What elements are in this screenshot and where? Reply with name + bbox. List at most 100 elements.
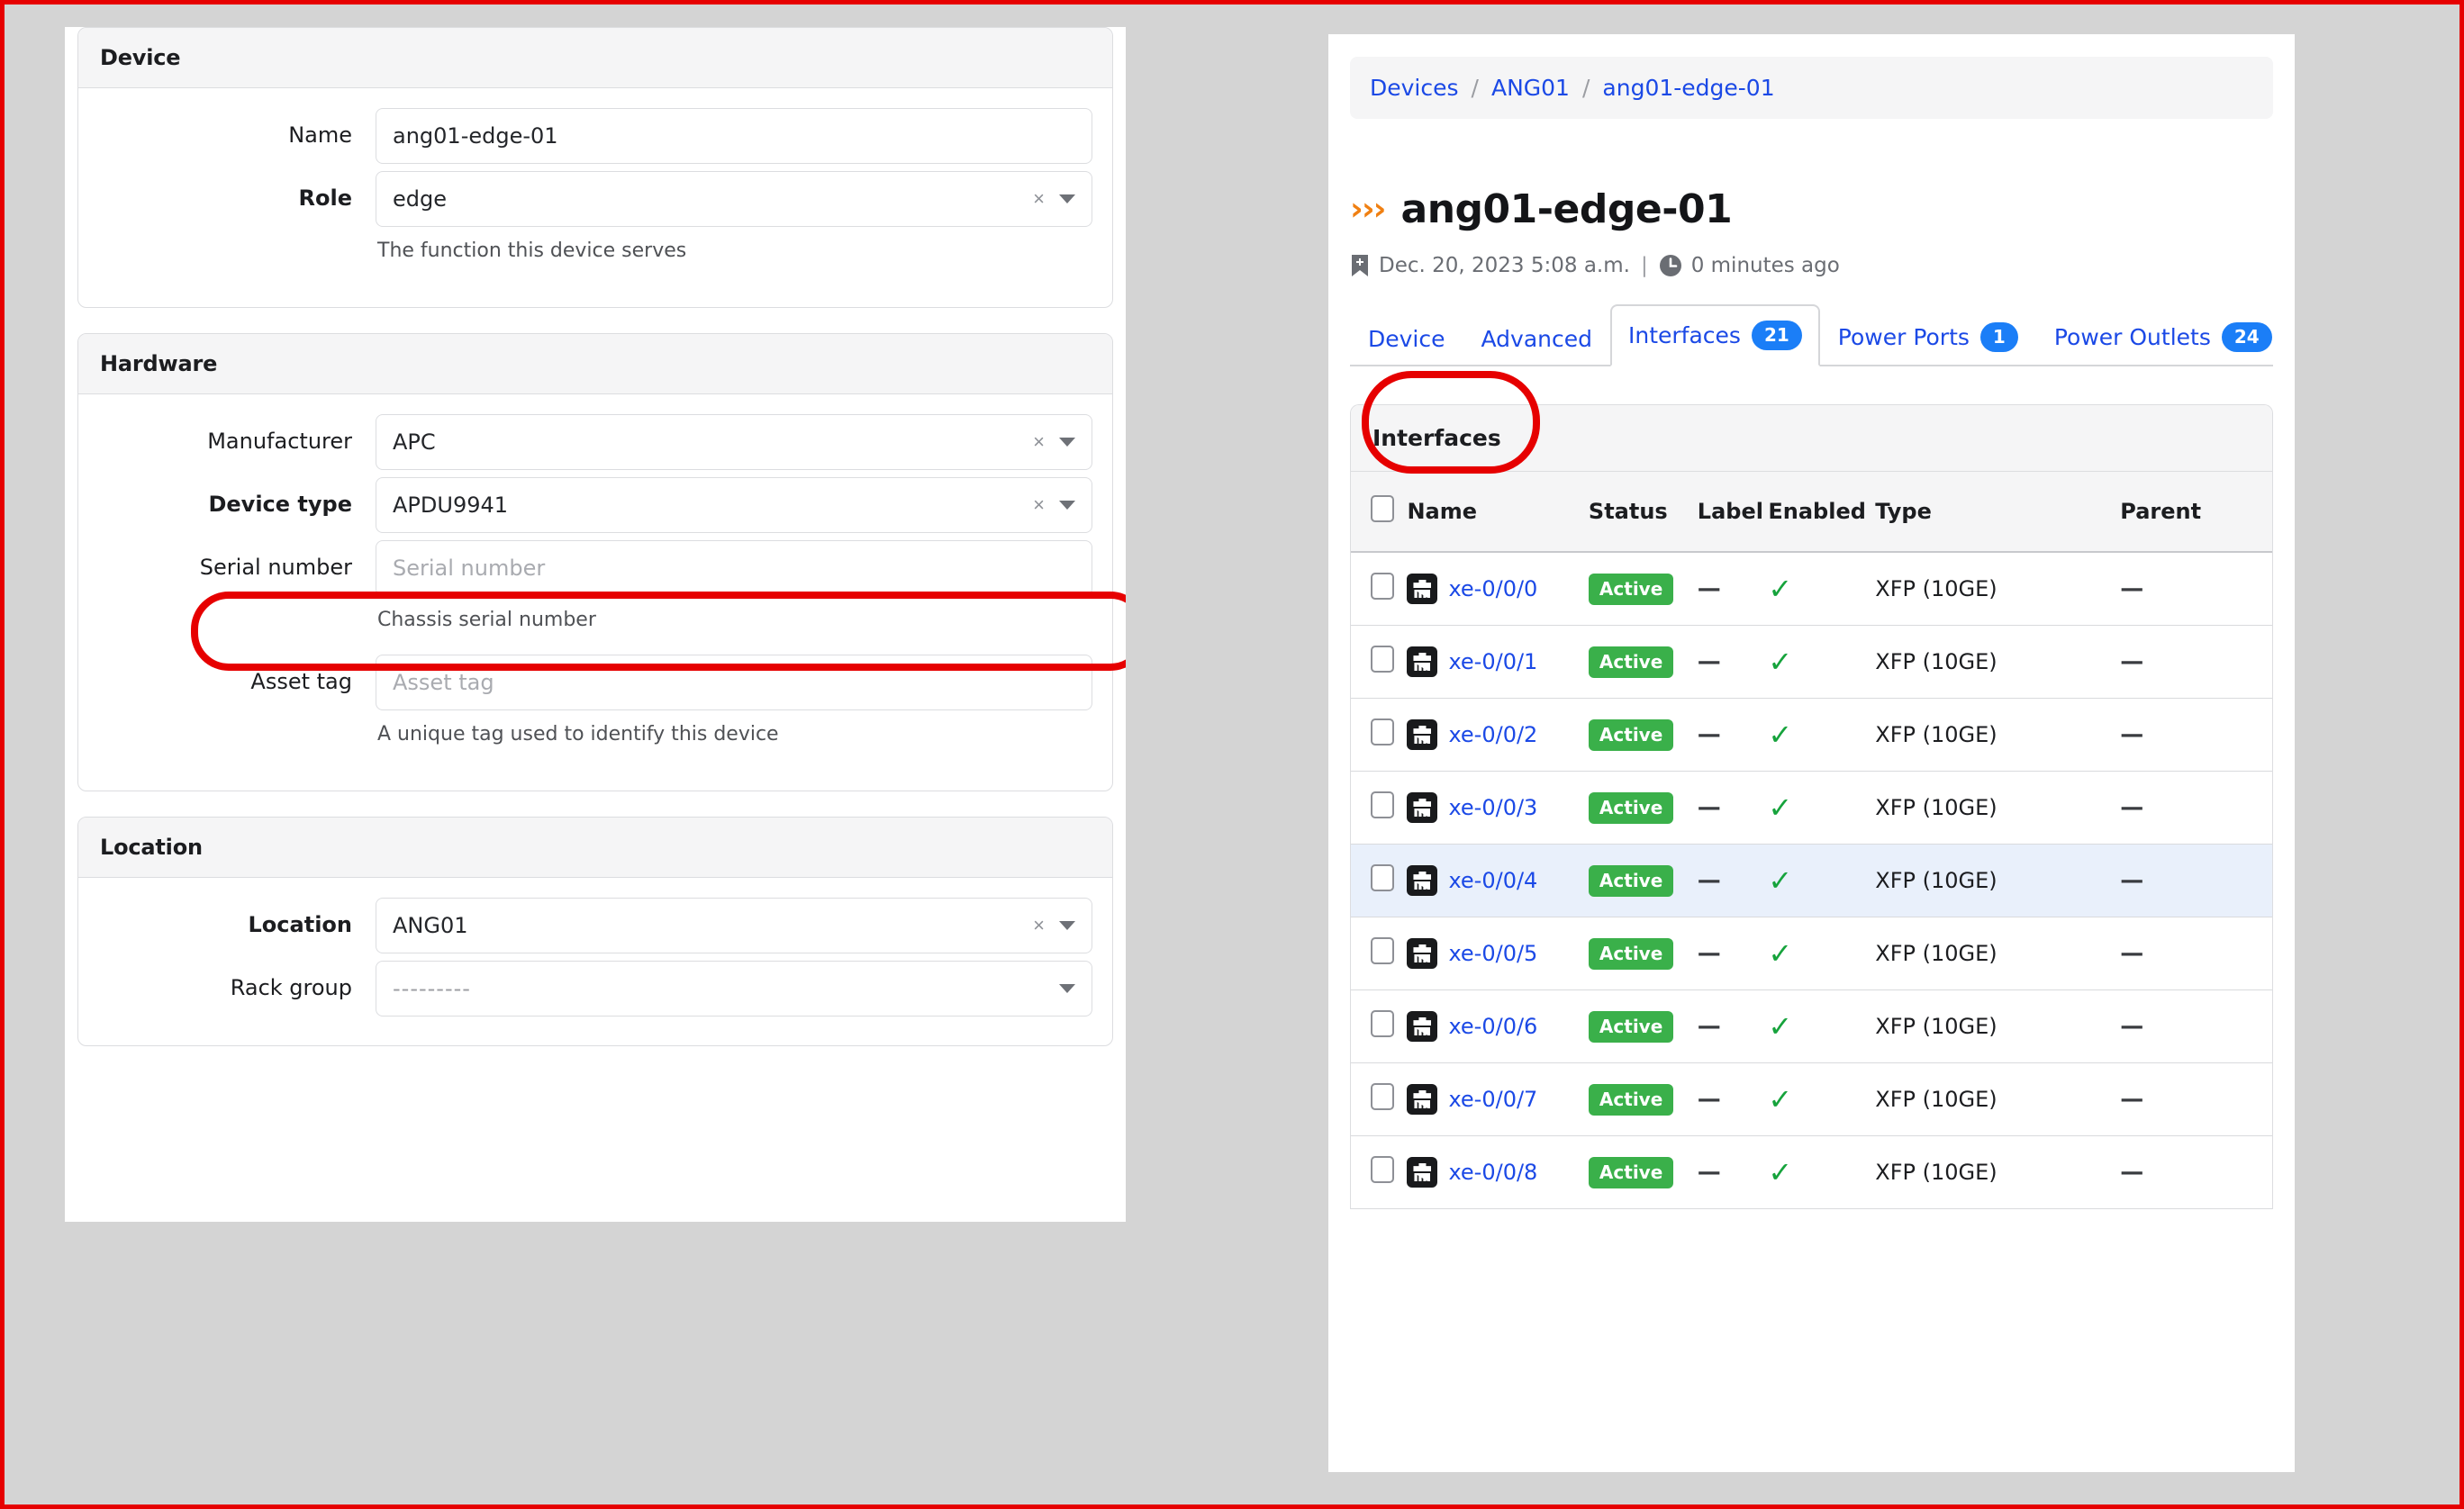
row-checkbox[interactable]: [1371, 791, 1394, 818]
table-row[interactable]: xe-0/0/7 Active — ✓ XFP (10GE) —: [1351, 1062, 2272, 1136]
status-badge: Active: [1588, 1083, 1674, 1116]
interface-link[interactable]: xe-0/0/7: [1448, 1087, 1537, 1112]
form-row-serial-number: Serial number Serial number Chassis serial…: [78, 540, 1112, 647]
empty-value: —: [2120, 648, 2144, 675]
empty-value: —: [1697, 867, 1721, 894]
field-help-serial-number: Chassis serial number: [377, 609, 596, 631]
table-row[interactable]: xe-0/0/8 Active — ✓ XFP (10GE) —: [1351, 1135, 2272, 1209]
label-cell: —: [1697, 1062, 1769, 1136]
tab-device[interactable]: Device: [1350, 310, 1463, 366]
empty-value: —: [2120, 940, 2144, 967]
select-location[interactable]: ANG01 ×: [376, 898, 1092, 953]
row-checkbox[interactable]: [1371, 1156, 1394, 1183]
interface-link[interactable]: xe-0/0/1: [1448, 649, 1537, 674]
chevron-down-icon[interactable]: [1059, 984, 1075, 993]
enabled-cell: ✓: [1768, 698, 1876, 772]
updated-timestamp: 0 minutes ago: [1690, 254, 1840, 277]
interface-link[interactable]: xe-0/0/3: [1448, 795, 1537, 820]
form-row-location: Location ANG01 ×: [78, 898, 1112, 953]
form-sections: Device Name ang01-edge-01 Role edge × The func…: [65, 27, 1126, 1046]
clear-icon[interactable]: ×: [1028, 189, 1057, 209]
column-header-parent[interactable]: Parent: [2120, 472, 2272, 553]
row-select-cell: [1351, 1135, 1408, 1209]
interface-link[interactable]: xe-0/0/8: [1448, 1160, 1537, 1185]
breadcrumb-link-devices[interactable]: Devices: [1370, 75, 1459, 101]
field-value-manufacturer: APC: [393, 429, 436, 455]
column-header-enabled[interactable]: Enabled: [1768, 472, 1876, 553]
tab-power-outlets[interactable]: Power Outlets 24: [2036, 306, 2290, 366]
row-checkbox[interactable]: [1371, 1010, 1394, 1037]
input-asset-tag[interactable]: Asset tag: [376, 655, 1092, 710]
device-detail-panel: Devices / ANG01 / ang01-edge-01 ››› ang01-ed…: [1328, 34, 2295, 1472]
select-rack-group[interactable]: ---------: [376, 961, 1092, 1017]
field-wrap-manufacturer: APC ×: [376, 414, 1092, 470]
table-row[interactable]: xe-0/0/0 Active — ✓ XFP (10GE) —: [1351, 552, 2272, 626]
chevron-down-icon[interactable]: [1059, 501, 1075, 510]
tab-interfaces[interactable]: Interfaces 21: [1610, 304, 1820, 366]
table-row[interactable]: xe-0/0/5 Active — ✓ XFP (10GE) —: [1351, 917, 2272, 990]
clear-icon[interactable]: ×: [1028, 495, 1057, 515]
card-title: Device: [78, 28, 1112, 88]
table-row[interactable]: xe-0/0/2 Active — ✓ XFP (10GE) —: [1351, 698, 2272, 772]
select-device-type[interactable]: APDU9941 ×: [376, 477, 1092, 533]
status-cell: Active: [1588, 917, 1698, 990]
row-checkbox[interactable]: [1371, 646, 1394, 673]
row-select-cell: [1351, 552, 1408, 626]
status-cell: Active: [1588, 989, 1698, 1063]
clear-icon[interactable]: ×: [1028, 432, 1057, 452]
row-checkbox[interactable]: [1371, 937, 1394, 964]
enabled-cell: ✓: [1768, 917, 1876, 990]
chevron-down-icon[interactable]: [1059, 194, 1075, 203]
table-row[interactable]: xe-0/0/4 Active — ✓ XFP (10GE) —: [1351, 844, 2272, 917]
tab-count-badge: 1: [1979, 322, 2018, 352]
label-cell: —: [1697, 844, 1769, 917]
table-row[interactable]: xe-0/0/3 Active — ✓ XFP (10GE) —: [1351, 771, 2272, 845]
row-checkbox[interactable]: [1371, 573, 1394, 600]
tab-power-ports[interactable]: Power Ports 1: [1820, 306, 2036, 366]
column-header-label[interactable]: Label: [1697, 472, 1769, 553]
column-header-type[interactable]: Type: [1875, 472, 2121, 553]
interface-name-cell: xe-0/0/7: [1407, 1062, 1589, 1136]
breadcrumb-link-ang01-edge-01[interactable]: ang01-edge-01: [1602, 75, 1774, 101]
tab-count-badge: 21: [1751, 321, 1802, 350]
field-wrap-name: ang01-edge-01: [376, 108, 1092, 164]
row-checkbox[interactable]: [1371, 1083, 1394, 1110]
type-cell: XFP (10GE): [1875, 771, 2121, 845]
ethernet-port-icon: [1407, 719, 1438, 750]
table-row[interactable]: xe-0/0/6 Active — ✓ XFP (10GE) —: [1351, 989, 2272, 1063]
row-checkbox[interactable]: [1371, 718, 1394, 745]
clear-icon[interactable]: ×: [1028, 916, 1057, 935]
interface-link[interactable]: xe-0/0/4: [1448, 868, 1537, 893]
status-cell: Active: [1588, 1062, 1698, 1136]
interface-link[interactable]: xe-0/0/2: [1448, 722, 1537, 747]
status-badge: Active: [1588, 646, 1674, 678]
column-header-status[interactable]: Status: [1588, 472, 1698, 553]
chevron-down-icon[interactable]: [1059, 438, 1075, 447]
select-manufacturer[interactable]: APC ×: [376, 414, 1092, 470]
column-header-name[interactable]: Name: [1407, 472, 1589, 553]
chevron-down-icon[interactable]: [1059, 921, 1075, 930]
type-cell: XFP (10GE): [1875, 552, 2121, 626]
row-checkbox[interactable]: [1371, 864, 1394, 891]
input-serial-number[interactable]: Serial number: [376, 540, 1092, 596]
empty-value: —: [1697, 1086, 1721, 1113]
parent-cell: —: [2120, 917, 2272, 990]
interface-link[interactable]: xe-0/0/5: [1448, 941, 1537, 966]
check-icon: ✓: [1768, 644, 1793, 679]
breadcrumb-link-ang01[interactable]: ANG01: [1491, 75, 1570, 101]
select-role[interactable]: edge ×: [376, 171, 1092, 227]
interfaces-card-title: Interfaces: [1351, 405, 2272, 472]
interface-link[interactable]: xe-0/0/0: [1448, 576, 1537, 601]
check-icon: ✓: [1768, 1008, 1793, 1044]
interface-name-wrap: xe-0/0/0: [1407, 574, 1588, 604]
interface-link[interactable]: xe-0/0/6: [1448, 1014, 1537, 1039]
status-badge: Active: [1588, 573, 1674, 605]
tab-count-badge: 24: [2221, 322, 2272, 352]
select-all-checkbox[interactable]: [1371, 495, 1394, 522]
form-row-role: Role edge × The function this device serves: [78, 171, 1112, 278]
parent-cell: —: [2120, 625, 2272, 699]
table-row[interactable]: xe-0/0/1 Active — ✓ XFP (10GE) —: [1351, 625, 2272, 699]
label-cell: —: [1697, 1135, 1769, 1209]
input-name[interactable]: ang01-edge-01: [376, 108, 1092, 164]
tab-advanced[interactable]: Advanced: [1463, 310, 1611, 366]
